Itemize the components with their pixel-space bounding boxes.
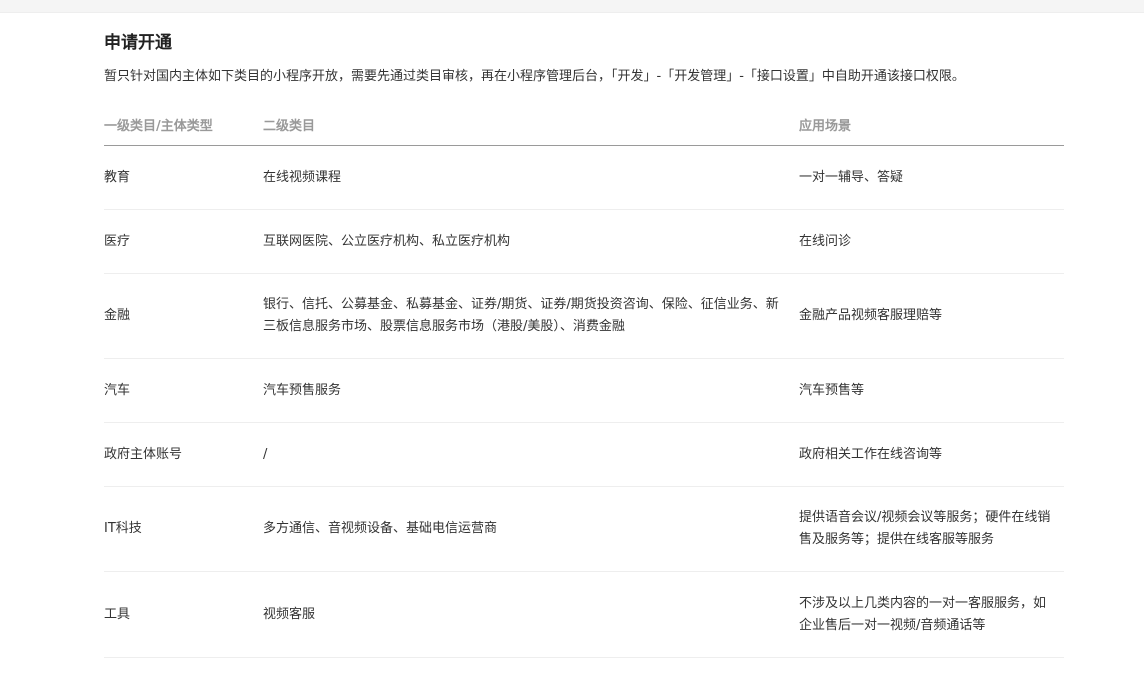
cell-secondary: / <box>263 422 799 487</box>
cell-secondary: 银行、信托、公募基金、私募基金、证券/期货、证券/期货投资咨询、保险、征信业务、… <box>263 273 799 359</box>
table-row: 金融 银行、信托、公募基金、私募基金、证券/期货、证券/期货投资咨询、保险、征信… <box>104 273 1064 359</box>
cell-scenario: 不涉及以上几类内容的一对一客服服务，如企业售后一对一视频/音频通话等 <box>799 571 1064 658</box>
table-row: 工具 视频客服 不涉及以上几类内容的一对一客服服务，如企业售后一对一视频/音频通… <box>104 571 1064 658</box>
header-scenario: 应用场景 <box>799 103 1064 146</box>
cell-primary: 政府主体账号 <box>104 422 263 487</box>
table-row: 汽车 汽车预售服务 汽车预售等 <box>104 358 1064 423</box>
cell-secondary: 视频客服 <box>263 571 799 658</box>
main-content: 申请开通 暂只针对国内主体如下类目的小程序开放，需要先通过类目审核，再在小程序管… <box>104 30 1064 658</box>
cell-scenario: 金融产品视频客服理赔等 <box>799 273 1064 359</box>
cell-primary: 医疗 <box>104 209 263 274</box>
cell-primary: 教育 <box>104 145 263 210</box>
cell-scenario: 政府相关工作在线咨询等 <box>799 422 1064 487</box>
cell-primary: 汽车 <box>104 358 263 423</box>
top-bar <box>0 0 1144 13</box>
cell-primary: IT科技 <box>104 486 263 572</box>
cell-scenario: 提供语音会议/视频会议等服务；硬件在线销售及服务等；提供在线客服等服务 <box>799 486 1064 572</box>
header-primary-category: 一级类目/主体类型 <box>104 103 263 146</box>
category-table: 一级类目/主体类型 二级类目 应用场景 教育 在线视频课程 一对一辅导、答疑 医… <box>104 103 1064 658</box>
cell-scenario: 在线问诊 <box>799 209 1064 274</box>
table-header-row: 一级类目/主体类型 二级类目 应用场景 <box>104 103 1064 146</box>
table-row: 教育 在线视频课程 一对一辅导、答疑 <box>104 145 1064 210</box>
cell-scenario: 一对一辅导、答疑 <box>799 145 1064 210</box>
cell-secondary: 互联网医院、公立医疗机构、私立医疗机构 <box>263 209 799 274</box>
cell-secondary: 汽车预售服务 <box>263 358 799 423</box>
cell-scenario: 汽车预售等 <box>799 358 1064 423</box>
cell-primary: 金融 <box>104 273 263 359</box>
header-secondary-category: 二级类目 <box>263 103 799 146</box>
cell-secondary: 多方通信、音视频设备、基础电信运营商 <box>263 486 799 572</box>
table-row: 医疗 互联网医院、公立医疗机构、私立医疗机构 在线问诊 <box>104 209 1064 274</box>
table-row: IT科技 多方通信、音视频设备、基础电信运营商 提供语音会议/视频会议等服务；硬… <box>104 486 1064 572</box>
cell-secondary: 在线视频课程 <box>263 145 799 210</box>
table-row: 政府主体账号 / 政府相关工作在线咨询等 <box>104 422 1064 487</box>
section-description: 暂只针对国内主体如下类目的小程序开放，需要先通过类目审核，再在小程序管理后台，「… <box>104 69 965 84</box>
cell-primary: 工具 <box>104 571 263 658</box>
section-title: 申请开通 <box>104 33 172 53</box>
